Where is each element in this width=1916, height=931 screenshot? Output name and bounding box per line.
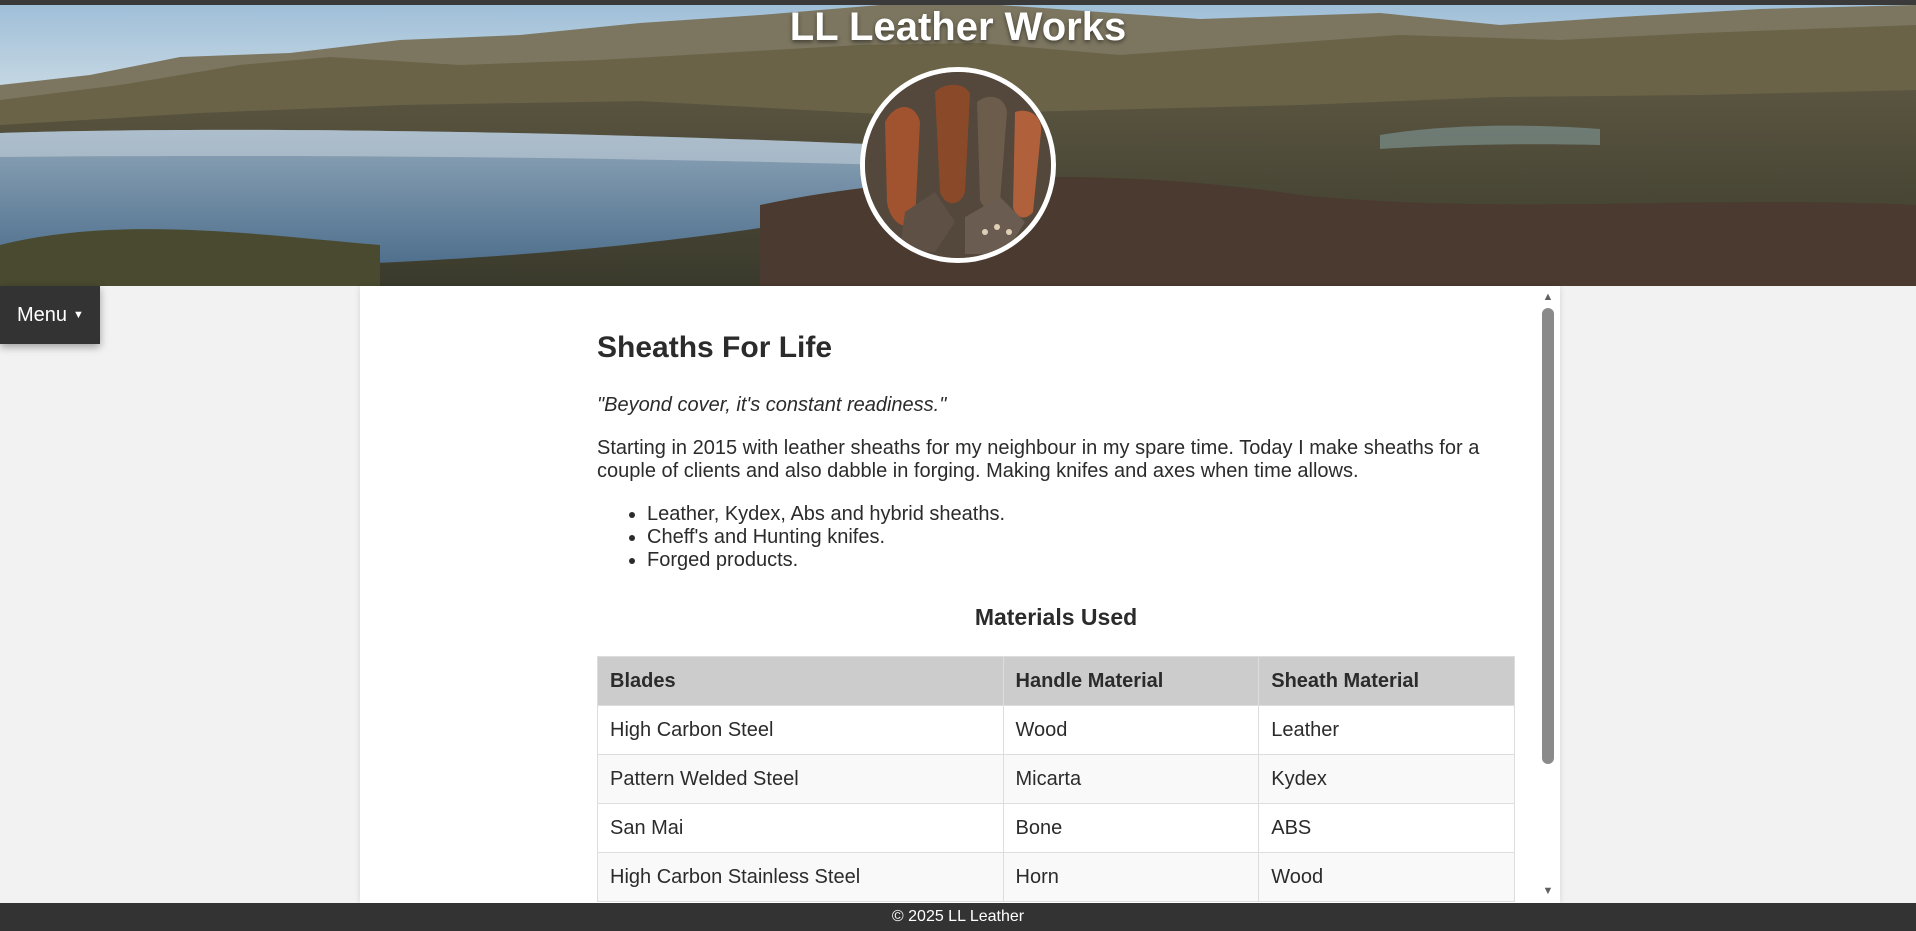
menu-button[interactable]: Menu ▼: [0, 286, 100, 344]
page-title: Sheaths For Life: [597, 331, 833, 364]
table-row: High Carbon Steel Wood Leather: [597, 705, 1515, 755]
copyright-text: © 2025 LL Leather: [891, 908, 1025, 925]
table-cell: San Mai: [597, 803, 1004, 853]
table-cell: Pattern Welded Steel: [597, 754, 1004, 804]
column-header-handle: Handle Material: [1002, 656, 1260, 706]
list-item: Leather, Kydex, Abs and hybrid sheaths.: [647, 503, 1005, 526]
logo-image: [860, 67, 1056, 263]
table-cell: Horn: [1002, 852, 1260, 902]
table-cell: Wood: [1258, 852, 1515, 902]
site-title: LL Leather Works: [789, 5, 1127, 49]
sheaths-photo: [865, 72, 1051, 258]
intro-paragraph: Starting in 2015 with leather sheaths fo…: [597, 437, 1480, 482]
column-header-blades: Blades: [597, 656, 1004, 706]
scroll-up-arrow-icon[interactable]: ▲: [1536, 290, 1560, 304]
list-item: Cheff's and Hunting knifes.: [647, 526, 1005, 549]
caret-down-icon: ▼: [73, 309, 84, 321]
materials-table: Blades Handle Material Sheath Material H…: [597, 656, 1515, 902]
table-cell: Wood: [1002, 705, 1260, 755]
list-item: Forged products.: [647, 549, 1005, 572]
table-row: Pattern Welded Steel Micarta Kydex: [597, 754, 1515, 804]
table-header-row: Blades Handle Material Sheath Material: [597, 656, 1515, 706]
table-cell: Bone: [1002, 803, 1260, 853]
content-scrollbar[interactable]: ▲ ▼: [1536, 288, 1560, 901]
table-cell: Leather: [1258, 705, 1515, 755]
menu-label: Menu: [17, 304, 68, 326]
content-panel: Sheaths For Life "Beyond cover, it's con…: [360, 286, 1560, 903]
column-header-sheath: Sheath Material: [1258, 656, 1515, 706]
tagline: "Beyond cover, it's constant readiness.": [597, 394, 947, 416]
feature-list: Leather, Kydex, Abs and hybrid sheaths. …: [597, 503, 1005, 572]
materials-title: Materials Used: [974, 604, 1138, 630]
table-cell: ABS: [1258, 803, 1515, 853]
table-cell: Kydex: [1258, 754, 1515, 804]
scroll-down-arrow-icon[interactable]: ▼: [1536, 884, 1560, 898]
table-row: High Carbon Stainless Steel Horn Wood: [597, 852, 1515, 902]
footer: © 2025 LL Leather: [0, 903, 1916, 931]
table-cell: High Carbon Steel: [597, 705, 1004, 755]
table-cell: Micarta: [1002, 754, 1260, 804]
table-cell: High Carbon Stainless Steel: [597, 852, 1004, 902]
scroll-thumb[interactable]: [1542, 308, 1554, 764]
table-row: San Mai Bone ABS: [597, 803, 1515, 853]
hero-banner: LL Leather Works: [0, 5, 1916, 286]
